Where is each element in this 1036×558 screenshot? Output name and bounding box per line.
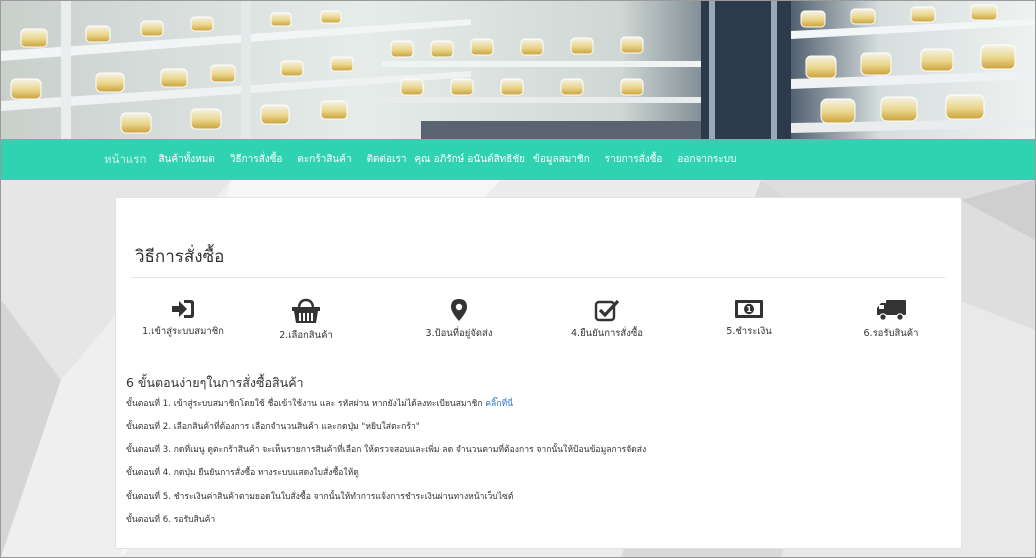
basket-icon (292, 298, 320, 323)
main-nav: หน้าแรก สินค้าทั้งหมด วิธีการสั่งซื้อ ตะ… (1, 139, 1035, 180)
nav-how-to-order[interactable]: วิธีการสั่งซื้อ (230, 152, 283, 167)
instruction-line-2: ขั้นตอนที่ 2. เลือกสินค้าที่ต้องการ เลือ… (126, 422, 420, 432)
step-6: 6.รอรับสินค้า (821, 298, 961, 341)
step-2-label: 2.เลือกสินค้า (279, 330, 333, 341)
nav-all-products[interactable]: สินค้าทั้งหมด (158, 152, 214, 167)
nav-orders[interactable]: รายการสั่งซื้อ (605, 152, 663, 167)
header-banner (1, 1, 1035, 139)
step-6-label: 6.รอรับสินค้า (863, 328, 919, 339)
nav-username[interactable]: คุณ อภิรักษ์ อนันต์สิทธิชัย (414, 152, 525, 167)
nav-cart[interactable]: ตะกร้าสินค้า (297, 152, 351, 167)
instruction-line-6: ขั้นตอนที่ 6. รอรับสินค้า (126, 515, 216, 525)
nav-logout[interactable]: ออกจากระบบ (677, 152, 736, 167)
page-title: วิธีการสั่งซื้อ (135, 247, 225, 267)
nav-member-info[interactable]: ข้อมูลสมาชิก (533, 152, 590, 167)
step-4: 4.ยืนยันการสั่งซื้อ (537, 298, 677, 341)
step-3-label: 3.ป้อนที่อยู่จัดส่ง (425, 328, 493, 339)
svg-text:1: 1 (746, 305, 752, 314)
instruction-line-5: ขั้นตอนที่ 5. ชำระเงินค่าสินค้าตามยอดในใ… (126, 492, 514, 502)
sign-in-icon (172, 300, 194, 318)
step-5: 1 5.ชำระเงิน (679, 298, 819, 339)
nav-home[interactable]: หน้าแรก (104, 151, 146, 169)
money-icon: 1 (735, 300, 763, 318)
map-marker-icon (451, 299, 467, 321)
banner-photo (1, 1, 1035, 139)
instruction-line-1: ขั้นตอนที่ 1. เข้าสู่ระบบสมาชิกโดยใช้ ชื… (126, 396, 513, 410)
steps-subheading: 6 ขั้นตอนง่ายๆในการสั่งซื้อสินค้า (126, 375, 304, 390)
step-1-label: 1.เข้าสู่ระบบสมาชิก (142, 326, 224, 337)
step-2: 2.เลือกสินค้า (236, 298, 376, 343)
register-link[interactable]: คลิ๊กที่นี่ (485, 399, 513, 409)
check-square-icon (594, 299, 620, 322)
truck-icon (877, 300, 906, 321)
instruction-line-4: ขั้นตอนที่ 4. กดปุ่ม ยืนยันการสั่งซื้อ ท… (126, 468, 359, 478)
step-1: 1.เข้าสู่ระบบสมาชิก (113, 298, 253, 339)
nav-contact[interactable]: ติดต่อเรา (367, 152, 407, 167)
step-4-label: 4.ยืนยันการสั่งซื้อ (571, 328, 643, 339)
divider (131, 277, 946, 278)
instruction-1-text: ขั้นตอนที่ 1. เข้าสู่ระบบสมาชิกโดยใช้ ชื… (126, 399, 483, 409)
instruction-line-3: ขั้นตอนที่ 3. กดที่เมนู ดูตะกร้าสินค้า จ… (126, 445, 647, 455)
how-to-order-card: วิธีการสั่งซื้อ 1.เข้าสู่ระบบสมาชิก 2.เล… (115, 197, 962, 549)
step-3: 3.ป้อนที่อยู่จัดส่ง (389, 298, 529, 341)
step-5-label: 5.ชำระเงิน (726, 326, 772, 337)
